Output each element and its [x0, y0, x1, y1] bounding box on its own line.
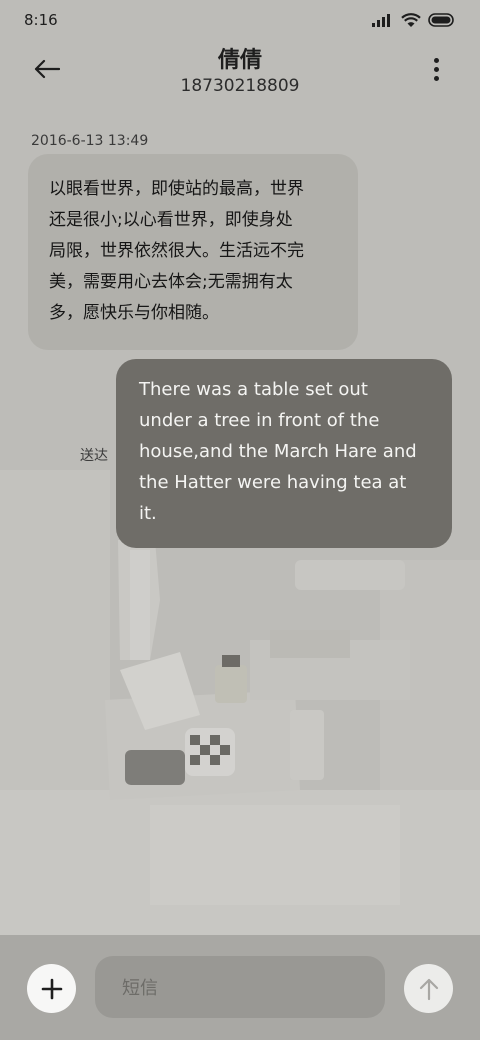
message-line: 局限，世界依然很大。生活远不完 — [49, 241, 304, 261]
message-line: There was a table set out — [139, 379, 368, 400]
status-time: 8:16 — [24, 11, 58, 29]
message-line: 以眼看世界，即使站的最高，世界 — [49, 179, 304, 199]
conversation-header: 倩倩 18730218809 — [0, 40, 480, 110]
more-options-button[interactable] — [424, 56, 448, 82]
message-timestamp: 2016-6-13 13:49 — [31, 133, 149, 149]
sms-input-placeholder: 短信 — [122, 978, 158, 999]
message-line: 还是很小;以心看世界，即使身处 — [49, 210, 293, 230]
signal-icon — [372, 14, 390, 27]
sms-input[interactable]: 短信 — [95, 956, 385, 1018]
status-bar: 8:16 — [0, 0, 480, 40]
delivery-status: 送达 — [80, 448, 108, 464]
outgoing-message-bubble[interactable]: There was a table set out under a tree i… — [116, 359, 452, 548]
message-line: the Hatter were having tea at — [139, 472, 407, 493]
plus-icon — [41, 978, 62, 999]
battery-icon — [428, 13, 454, 27]
message-line: under a tree in front of the — [139, 410, 380, 431]
more-vertical-icon — [433, 57, 439, 81]
contact-name: 倩倩 — [217, 48, 262, 73]
incoming-message-bubble[interactable]: 以眼看世界，即使站的最高，世界 还是很小;以心看世界，即使身处 局限，世界依然很… — [28, 154, 358, 350]
message-line: 多，愿快乐与你相随。 — [49, 303, 219, 323]
send-button[interactable] — [404, 964, 453, 1013]
message-line: it. — [139, 503, 157, 524]
composer-bar: 短信 — [0, 935, 480, 1040]
contact-number: 18730218809 — [180, 76, 300, 96]
add-attachment-button[interactable] — [27, 964, 76, 1013]
arrow-up-icon — [419, 978, 438, 1000]
wifi-icon — [401, 12, 421, 27]
message-line: house,and the March Hare and — [139, 441, 417, 462]
status-icons — [372, 12, 456, 28]
message-line: 美，需要用心去体会;无需拥有太 — [49, 272, 293, 292]
